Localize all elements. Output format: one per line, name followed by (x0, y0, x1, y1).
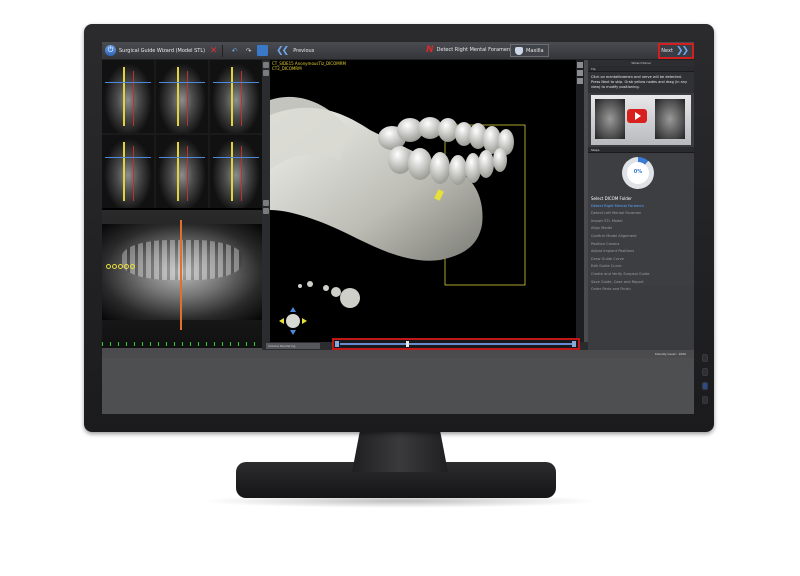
step-item[interactable]: Import STL Model (591, 218, 691, 226)
wizard-title: Surgical Guide Wizard (Model STL) (119, 47, 206, 54)
step-item[interactable]: Position Crowns (591, 241, 691, 249)
wizard-toolbar: ⏻ Surgical Guide Wizard (Model STL) ✕ ↶ … (102, 42, 694, 60)
cross-section-slice[interactable] (156, 135, 208, 208)
maxilla-label: Maxilla (526, 47, 544, 54)
power-button[interactable] (702, 382, 708, 390)
cross-section-grid (102, 60, 262, 208)
detect-step-label: Detect Right Mental Foramen (436, 47, 511, 53)
previous-button[interactable]: ❮❮ Previous (276, 46, 314, 56)
step-item[interactable]: Create and Verify Surgical Guide (591, 271, 691, 279)
app-screen: ⏻ Surgical Guide Wizard (Model STL) ✕ ↶ … (102, 42, 694, 414)
video-thumbnail (655, 99, 685, 139)
save-icon[interactable] (257, 45, 269, 56)
view-tool-icon[interactable] (263, 62, 269, 68)
steps-panel: 0% Select DICOM Folder Detect Right Ment… (588, 153, 694, 291)
cross-section-slice[interactable] (156, 60, 208, 133)
progress-percent: 0% (633, 169, 643, 175)
product-shot: ⏻ Surgical Guide Wizard (Model STL) ✕ ↶ … (0, 0, 800, 576)
panoramic-slice-line[interactable] (180, 220, 182, 330)
video-thumbnail (595, 99, 625, 139)
chevron-right-icon: ❯❯ (675, 46, 689, 56)
panoramic-teeth (122, 240, 242, 280)
step-item[interactable]: Select DICOM Folder (591, 195, 691, 203)
cross-section-slice[interactable] (102, 135, 154, 208)
step-item[interactable]: Draw Guide Curve (591, 256, 691, 264)
step-item[interactable]: Order Parts and Finish (591, 286, 691, 294)
view3d-tool-strip (576, 60, 584, 342)
slice-slider-track[interactable] (340, 343, 572, 345)
empty-app-area (102, 358, 694, 414)
slider-start-handle[interactable] (335, 341, 339, 347)
tutorial-video[interactable] (591, 95, 691, 145)
orientation-widget[interactable] (278, 306, 308, 336)
step-item[interactable]: Adjust Implant Positions (591, 248, 691, 256)
power-icon[interactable]: ⏻ (105, 45, 116, 56)
close-icon[interactable]: ✕ (208, 45, 219, 56)
step-item[interactable]: Align Model (591, 225, 691, 233)
cross-section-slice[interactable] (102, 60, 154, 133)
undo-icon[interactable]: ↶ (229, 45, 240, 56)
bezel-button[interactable] (702, 354, 708, 362)
toolbar-separator (222, 44, 224, 57)
bezel-button[interactable] (702, 368, 708, 376)
volume-render-view[interactable]: CT_SIDE15 AnonymousTiz_DICOMRM CT2_DICOM… (270, 60, 582, 342)
step-item-current[interactable]: Detect Right Mental Foramen (591, 203, 691, 211)
view-tool-icon[interactable] (577, 70, 583, 76)
cross-section-slice[interactable] (210, 60, 262, 133)
play-icon[interactable] (627, 109, 647, 123)
view-tool-icon[interactable] (263, 200, 269, 206)
monitor-stand-neck (352, 432, 448, 472)
wizard-panel: Wizard Panel Tip Click on mentalforamen … (588, 60, 694, 350)
step-item[interactable]: Edit Guide Curve (591, 263, 691, 271)
nerve-nodes[interactable] (106, 264, 135, 269)
tip-text: Click on mentalforamen and nerve will be… (588, 72, 694, 93)
render-mode-select[interactable]: Volume Rendering (266, 343, 320, 349)
slider-end-handle[interactable] (572, 341, 576, 347)
maxilla-button[interactable]: Maxilla (510, 44, 549, 57)
jaw-render (270, 96, 526, 308)
density-level: Density Level : 1000 (655, 352, 686, 356)
previous-label: Previous (293, 47, 315, 54)
view-tool-icon[interactable] (263, 208, 269, 214)
panoramic-ruler (102, 342, 262, 346)
slice-slider-knob[interactable] (406, 341, 409, 347)
bezel-buttons (700, 354, 710, 410)
nerve-icon: N (426, 45, 434, 55)
redo-icon[interactable]: ↷ (243, 45, 254, 56)
bezel-button[interactable] (702, 396, 708, 404)
tooth-icon (515, 46, 523, 55)
detect-step-indicator: N Detect Right Mental Foramen (426, 45, 510, 55)
panoramic-view[interactable] (102, 210, 262, 348)
slice-views-panel (102, 60, 262, 348)
view-tool-strip (262, 60, 270, 348)
next-label: Next (661, 48, 673, 54)
step-list: Select DICOM Folder Detect Right Mental … (591, 195, 691, 294)
view-tool-icon[interactable] (263, 70, 269, 76)
next-button[interactable]: Next ❯❯ (658, 43, 694, 59)
cross-section-slice[interactable] (210, 135, 262, 208)
view-tool-icon[interactable] (577, 78, 583, 84)
step-item[interactable]: Save Guide, Case and Report (591, 279, 691, 287)
view-tool-icon[interactable] (577, 62, 583, 68)
step-item[interactable]: Detect Left Mental Foramen (591, 210, 691, 218)
step-item[interactable]: Confirm Model Alignment (591, 233, 691, 241)
slice-slider-highlight (332, 338, 580, 350)
hyoid-render (298, 281, 360, 308)
chevron-left-icon: ❮❮ (276, 45, 289, 56)
